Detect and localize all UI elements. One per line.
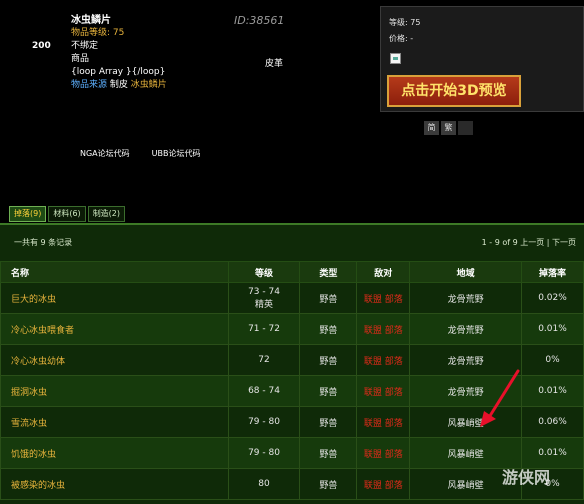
watermark-logo: 游侠网 (502, 468, 551, 487)
mob-name-link[interactable]: 掘洞冰虫 (0, 375, 229, 407)
drops-panel: 一共有 9 条记录 1 - 9 of 9 上一页 | 下一页 名称 等级 类型 … (0, 223, 584, 504)
mob-level: 71 - 72 (227, 313, 301, 345)
mob-type: 野兽 (299, 437, 358, 469)
item-subtype: 皮革 (265, 59, 284, 69)
mob-level: 79 - 80 (227, 406, 301, 438)
forum-code-links: NGA论坛代码 UBB论坛代码 (80, 148, 201, 159)
mob-type: 野兽 (299, 344, 358, 376)
pagination[interactable]: 1 - 9 of 9 上一页 | 下一页 (482, 237, 576, 248)
column-drop-rate[interactable]: 掉落率 (521, 261, 584, 283)
item-bind: 不绑定 (71, 41, 99, 51)
item-id: ID:38561 (234, 14, 285, 27)
table-row: 巨大的冰虫 73 - 74 精英 野兽 联盟 部落 龙骨荒野 0.02% (0, 282, 584, 314)
column-type[interactable]: 类型 (299, 261, 358, 283)
item-source-link[interactable]: 冰虫鳞片 (131, 80, 167, 90)
mob-name-link[interactable]: 巨大的冰虫 (0, 282, 229, 314)
mob-type: 野兽 (299, 468, 358, 500)
table-row: 被感染的冰虫 80 野兽 联盟 部落 风暴峭壁 0% (0, 468, 584, 500)
annotation-arrow-icon (480, 369, 520, 427)
broken-image-icon (390, 53, 401, 64)
mob-level: 80 (227, 468, 301, 500)
tab-materials[interactable]: 材料(6) (48, 206, 86, 222)
mob-hostility: 联盟 部落 (356, 468, 411, 500)
mob-zone: 龙骨荒野 (409, 313, 523, 345)
column-level[interactable]: 等级 (227, 261, 301, 283)
mob-name-link[interactable]: 雪流冰虫 (0, 406, 229, 438)
table-header: 名称 等级 类型 敌对 地域 掉落率 (0, 261, 584, 283)
item-stack-count: 200 (32, 41, 51, 51)
item-loop-text: {loop Array }{/loop} (71, 67, 166, 77)
simplified-button[interactable]: 简 (424, 121, 439, 135)
record-count: 一共有 9 条记录 (14, 238, 73, 247)
mob-zone: 龙骨荒野 (409, 282, 523, 314)
nga-code-link[interactable]: NGA论坛代码 (80, 148, 130, 159)
mob-level: 68 - 74 (227, 375, 301, 407)
item-level: 物品等级: 75 (71, 28, 125, 38)
column-zone[interactable]: 地域 (409, 261, 523, 283)
language-switch: 简 繁 (424, 121, 473, 135)
item-source-method: 制皮 (109, 80, 128, 90)
item-category: 商品 (71, 54, 90, 64)
preview-panel: 等级: 75 价格: - 点击开始3D预览 (380, 6, 584, 112)
ubb-code-link[interactable]: UBB论坛代码 (152, 148, 201, 159)
mob-type: 野兽 (299, 313, 358, 345)
mob-hostility: 联盟 部落 (356, 437, 411, 469)
mob-name-link[interactable]: 冷心冰虫幼体 (0, 344, 229, 376)
start-3d-preview-button[interactable]: 点击开始3D预览 (387, 75, 521, 107)
tab-bar: 掉落(9) 材料(6) 制造(2) (9, 206, 126, 222)
column-name[interactable]: 名称 (0, 261, 229, 283)
item-source: 物品来源 制皮 冰虫鳞片 (71, 79, 167, 92)
tab-drops[interactable]: 掉落(9) (9, 206, 47, 222)
item-name: 冰虫鳞片 (71, 15, 111, 26)
mob-level: 72 (227, 344, 301, 376)
mob-hostility: 联盟 部落 (356, 344, 411, 376)
mob-hostility: 联盟 部落 (356, 282, 411, 314)
mob-name-link[interactable]: 被感染的冰虫 (0, 468, 229, 500)
mob-drop-rate: 0.02% (521, 282, 584, 314)
mob-level: 79 - 80 (227, 437, 301, 469)
mob-type: 野兽 (299, 406, 358, 438)
mob-hostility: 联盟 部落 (356, 313, 411, 345)
traditional-button[interactable]: 繁 (441, 121, 456, 135)
preview-level: 等级: 75 (389, 18, 421, 27)
mob-name-link[interactable]: 冷心冰虫喂食者 (0, 313, 229, 345)
mob-drop-rate: 0.01% (521, 313, 584, 345)
mob-hostility: 联盟 部落 (356, 406, 411, 438)
column-hostility[interactable]: 敌对 (356, 261, 411, 283)
preview-price: 价格: - (389, 34, 414, 43)
blank-button[interactable] (458, 121, 473, 135)
table-row: 饥饿的冰虫 79 - 80 野兽 联盟 部落 风暴峭壁 0.01% (0, 437, 584, 469)
item-source-label: 物品来源 (71, 80, 108, 90)
item-info: 冰虫鳞片 物品等级: 75 不绑定 商品 {loop Array }{/loop… (71, 14, 167, 92)
mob-level: 73 - 74 精英 (227, 282, 301, 314)
mob-type: 野兽 (299, 375, 358, 407)
tab-crafting[interactable]: 制造(2) (87, 206, 126, 222)
mob-hostility: 联盟 部落 (356, 375, 411, 407)
mob-type: 野兽 (299, 282, 358, 314)
mob-name-link[interactable]: 饥饿的冰虫 (0, 437, 229, 469)
table-row: 冷心冰虫喂食者 71 - 72 野兽 联盟 部落 龙骨荒野 0.01% (0, 313, 584, 345)
